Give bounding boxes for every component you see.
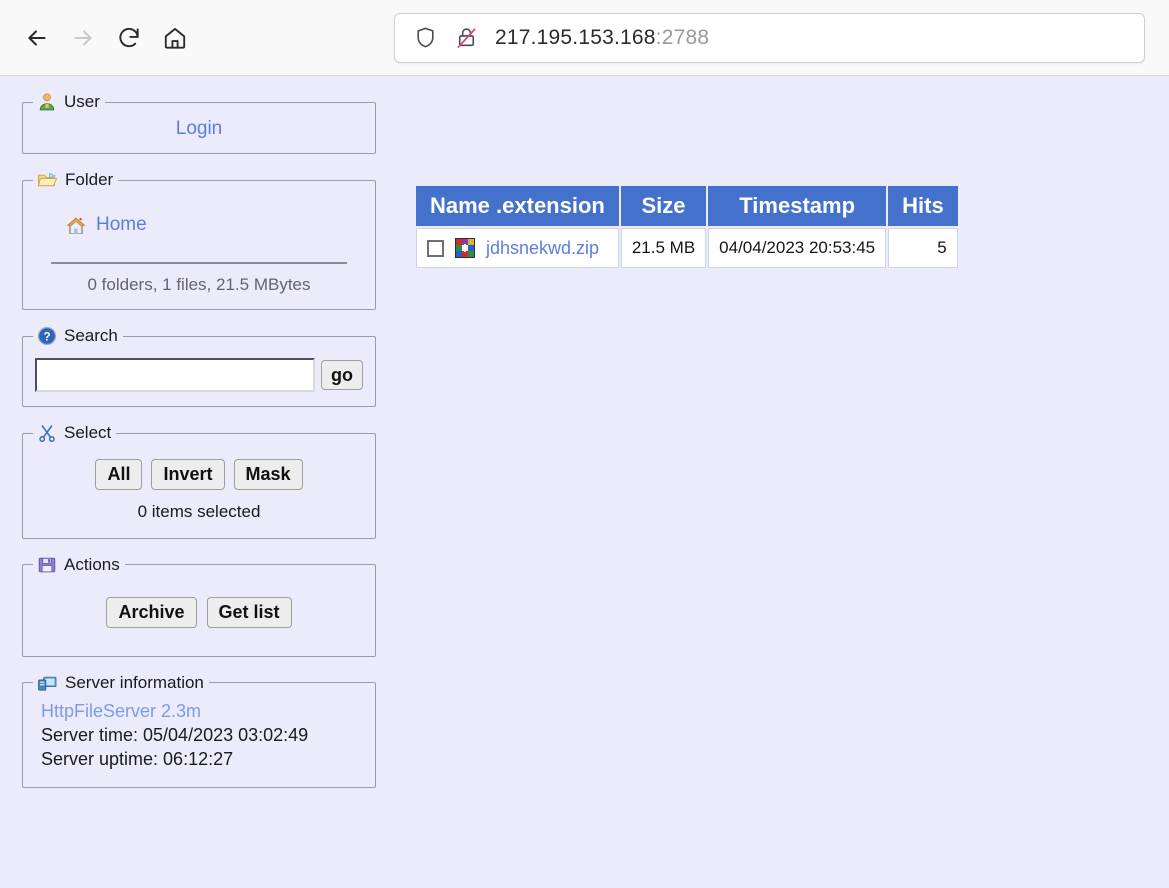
select-mask-button[interactable]: Mask — [233, 459, 303, 490]
server-uptime: Server uptime: 06:12:27 — [41, 749, 234, 770]
file-size-cell: 21.5 MB — [620, 228, 707, 268]
file-list-head: Name .extension Size Timestamp Hits — [416, 186, 958, 226]
search-panel-legend: ? Search — [33, 326, 123, 346]
archive-zip-icon — [454, 237, 476, 259]
home-icon — [164, 27, 186, 49]
search-panel: ? Search go — [22, 326, 376, 407]
url-text: 217.195.153.168:2788 — [495, 26, 709, 50]
folder-stats: 0 folders, 1 files, 21.5 MBytes — [87, 275, 311, 294]
save-floppy-icon — [37, 555, 57, 575]
home-folder-icon — [65, 215, 87, 236]
forward-arrow-icon — [74, 29, 92, 46]
row-select-checkbox[interactable] — [427, 239, 444, 257]
select-all-button[interactable]: All — [95, 459, 143, 490]
file-timestamp-cell: 04/04/2023 20:53:45 — [708, 228, 887, 268]
file-list-container: Name .extension Size Timestamp Hits jdhs… — [414, 184, 960, 270]
user-icon — [37, 92, 57, 112]
selected-count-label: 0 items selected — [137, 501, 261, 521]
url-port: :2788 — [655, 25, 710, 49]
back-arrow-icon — [28, 29, 46, 46]
search-panel-title: Search — [64, 326, 118, 345]
user-panel-title: User — [64, 92, 100, 111]
folder-panel: Folder Home 0 folders, 1 files, 21.5 MBy… — [22, 170, 376, 310]
server-info-legend: Server information — [33, 673, 209, 693]
home-link[interactable]: Home — [96, 214, 147, 236]
column-header-size[interactable]: Size — [620, 186, 707, 226]
file-list-header-row: Name .extension Size Timestamp Hits — [416, 186, 958, 226]
help-icon: ? — [37, 326, 57, 346]
folder-home-row[interactable]: Home — [37, 214, 361, 236]
archive-button[interactable]: Archive — [106, 596, 197, 628]
folder-divider — [51, 262, 347, 264]
url-host: 217.195.153.168 — [495, 25, 656, 49]
search-input[interactable] — [35, 358, 315, 392]
search-row: go — [33, 352, 365, 396]
scissors-icon — [37, 423, 57, 443]
home-button[interactable] — [152, 15, 198, 61]
file-hits-cell: 5 — [888, 228, 958, 268]
reload-icon — [119, 27, 139, 47]
sidebar: User Login Folder Home 0 folders, 1 file… — [22, 92, 376, 804]
server-info-title: Server information — [65, 672, 204, 692]
server-info-panel: Server information HttpFileServer 2.3m S… — [22, 672, 376, 789]
actions-panel: Actions Archive Get list — [22, 554, 376, 657]
reload-button[interactable] — [106, 15, 152, 61]
actions-button-row: Archive Get list — [33, 581, 365, 646]
user-panel-legend: User — [33, 92, 105, 112]
column-header-name[interactable]: Name .extension — [416, 186, 619, 226]
file-name-cell: jdhsnekwd.zip — [416, 228, 619, 268]
url-bar[interactable]: 217.195.153.168:2788 — [394, 12, 1145, 63]
file-name-link[interactable]: jdhsnekwd.zip — [486, 238, 599, 259]
server-computer-icon — [37, 673, 58, 693]
folder-panel-title: Folder — [65, 170, 114, 189]
lock-crossed-icon[interactable] — [454, 25, 479, 50]
server-time: Server time: 05/04/2023 03:02:49 — [41, 724, 309, 745]
file-list-table: Name .extension Size Timestamp Hits jdhs… — [414, 184, 960, 270]
browser-toolbar: 217.195.153.168:2788 — [0, 0, 1169, 76]
user-panel: User Login — [22, 92, 376, 154]
back-button[interactable] — [14, 15, 60, 61]
server-version-link[interactable]: HttpFileServer 2.3m — [41, 701, 361, 722]
folder-body: Home 0 folders, 1 files, 21.5 MBytes — [33, 196, 365, 299]
select-panel-title: Select — [64, 423, 112, 442]
get-list-button[interactable]: Get list — [206, 596, 292, 628]
login-link[interactable]: Login — [176, 118, 223, 139]
server-info-body: HttpFileServer 2.3m Server time: 05/04/2… — [33, 699, 365, 778]
select-button-row: All Invert Mask — [33, 449, 365, 502]
select-panel-legend: Select — [33, 423, 116, 443]
folder-icon — [37, 170, 58, 190]
select-invert-button[interactable]: Invert — [151, 459, 225, 490]
column-header-hits[interactable]: Hits — [888, 186, 958, 226]
actions-panel-title: Actions — [64, 554, 120, 574]
search-go-button[interactable]: go — [321, 359, 363, 391]
actions-panel-legend: Actions — [33, 555, 125, 575]
file-list-body: jdhsnekwd.zip 21.5 MB 04/04/2023 20:53:4… — [416, 228, 958, 268]
select-panel: Select All Invert Mask 0 items selected — [22, 423, 376, 539]
page-body: User Login Folder Home 0 folders, 1 file… — [0, 76, 1169, 888]
folder-panel-legend: Folder — [33, 170, 118, 190]
table-row: jdhsnekwd.zip 21.5 MB 04/04/2023 20:53:4… — [416, 228, 958, 268]
svg-text:?: ? — [43, 332, 50, 344]
column-header-timestamp[interactable]: Timestamp — [708, 186, 887, 226]
forward-button[interactable] — [60, 15, 106, 61]
shield-icon[interactable] — [413, 25, 438, 50]
